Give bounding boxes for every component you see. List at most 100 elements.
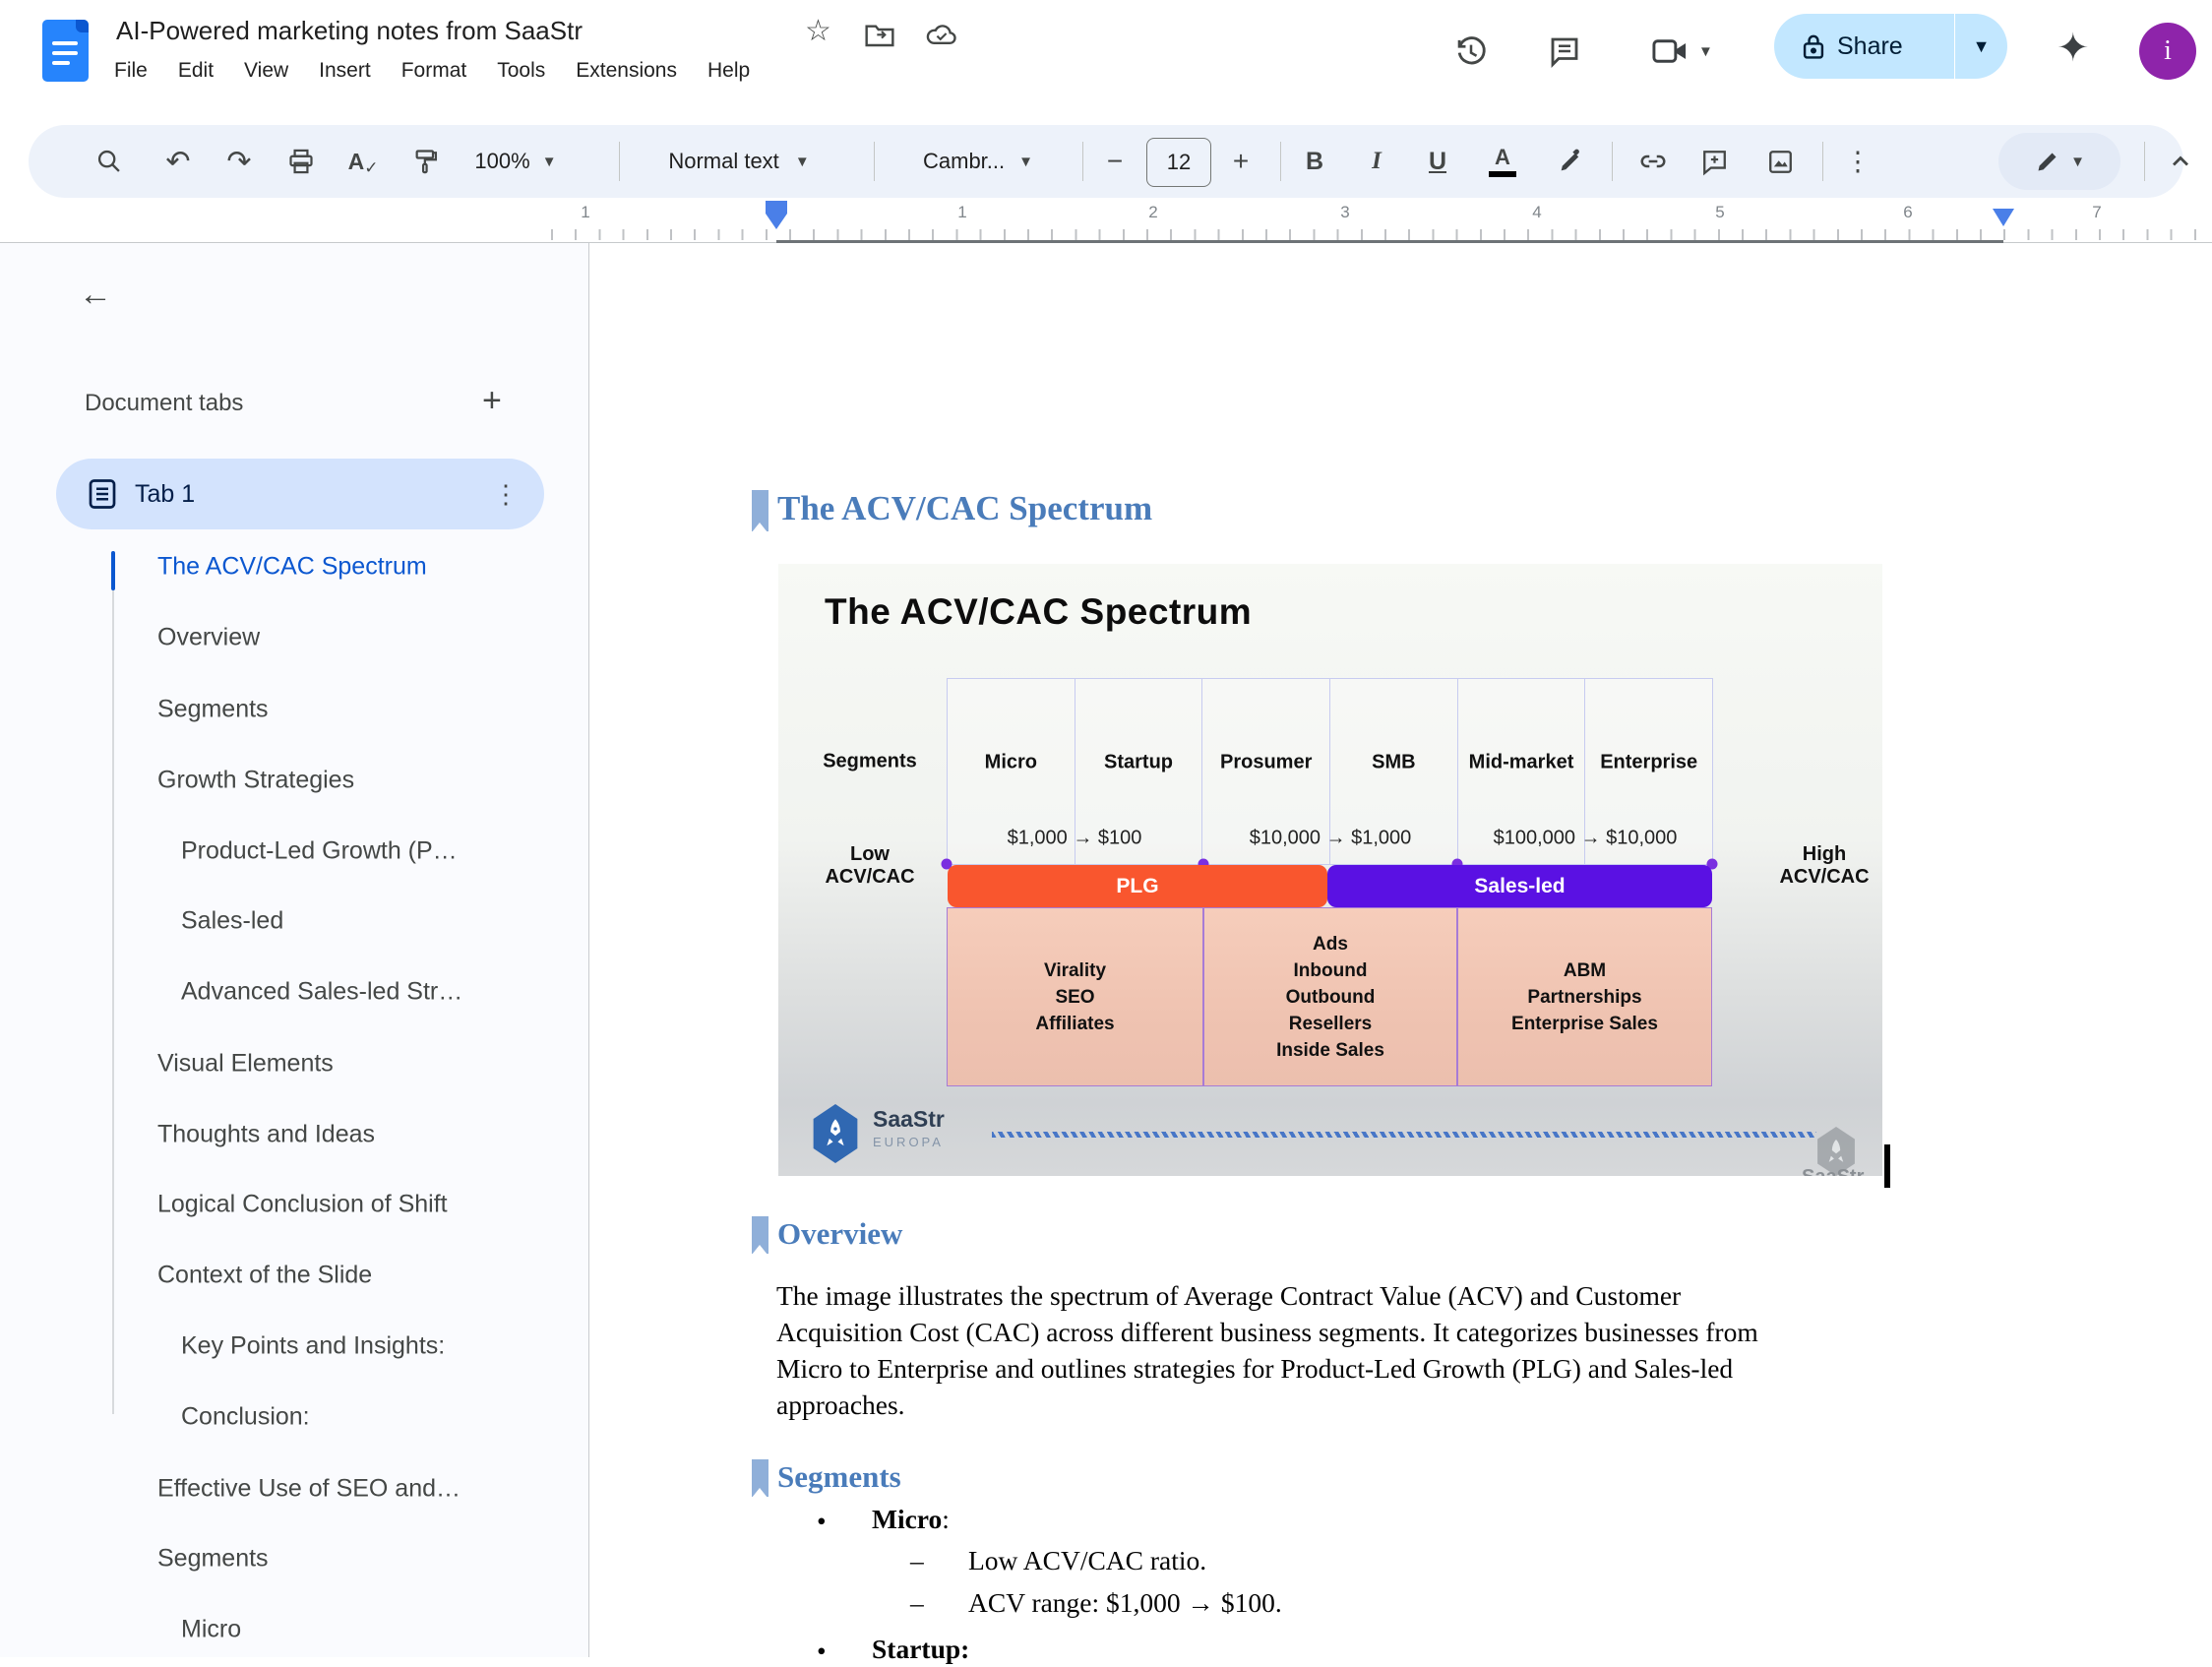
outline-item[interactable]: Context of the Slide xyxy=(157,1262,372,1290)
outline-item[interactable]: Key Points and Insights: xyxy=(181,1332,445,1361)
outline-item[interactable]: Logical Conclusion of Shift xyxy=(157,1191,448,1219)
outline-active-indicator xyxy=(111,551,115,590)
highlight-color-icon[interactable] xyxy=(1546,125,1595,198)
share-button[interactable]: Share xyxy=(1774,14,1954,79)
overview-paragraph-line[interactable]: Acquisition Cost (CAC) across different … xyxy=(776,1317,1758,1348)
share-dropdown-caret[interactable]: ▼ xyxy=(1955,36,2007,57)
insert-image-button[interactable] xyxy=(1755,125,1805,198)
tab-item-tab1[interactable]: Tab 1 ⋮ xyxy=(56,459,544,529)
ruler-number: 2 xyxy=(1148,203,1157,222)
share-button-group[interactable]: Share ▼ xyxy=(1774,14,2007,79)
slide-plg-bar: PLG xyxy=(948,865,1327,907)
sub-bullet-acv-range[interactable]: ACV range: $1,000 → $100. xyxy=(968,1587,1282,1619)
gemini-sparkle-icon[interactable]: ✦ xyxy=(2057,26,2090,71)
tab-options-kebab-icon[interactable]: ⋮ xyxy=(493,479,519,510)
first-line-indent-marker[interactable] xyxy=(766,214,787,229)
ruler-number: 3 xyxy=(1340,203,1349,222)
saastr-watermark-text: SaaStr xyxy=(1802,1166,1864,1176)
menu-help[interactable]: Help xyxy=(707,59,750,83)
menu-edit[interactable]: Edit xyxy=(178,59,214,83)
slide-high-acvcac-label: HighACV/CAC xyxy=(1779,843,1869,889)
menu-file[interactable]: File xyxy=(114,59,148,83)
overview-paragraph-line[interactable]: The image illustrates the spectrum of Av… xyxy=(776,1280,1681,1312)
outline-item[interactable]: Product-Led Growth (P… xyxy=(181,837,458,866)
add-tab-button[interactable]: + xyxy=(482,382,502,420)
underline-button[interactable]: U xyxy=(1416,125,1459,198)
outline-item[interactable]: Segments xyxy=(157,1545,269,1574)
slide-low-acvcac-label: LowACV/CAC xyxy=(825,843,914,889)
insert-link-button[interactable] xyxy=(1628,125,1678,198)
account-avatar[interactable]: i xyxy=(2139,23,2196,80)
docs-logo-fold xyxy=(76,20,89,32)
paint-format-icon[interactable] xyxy=(402,125,450,198)
spellcheck-button[interactable]: A✓ xyxy=(339,125,387,198)
menu-insert[interactable]: Insert xyxy=(319,59,371,83)
menu-view[interactable]: View xyxy=(244,59,288,83)
outline-item[interactable]: Micro xyxy=(181,1616,241,1644)
text-color-swatch xyxy=(1489,171,1516,177)
hide-menus-chevron[interactable] xyxy=(2156,125,2205,198)
sub-bullet-ratio[interactable]: Low ACV/CAC ratio. xyxy=(968,1545,1206,1576)
outline-item[interactable]: Advanced Sales-led Str… xyxy=(181,978,462,1007)
menu-extensions[interactable]: Extensions xyxy=(576,59,677,83)
google-docs-logo[interactable] xyxy=(42,20,89,82)
outline-item[interactable]: Thoughts and Ideas xyxy=(157,1121,375,1149)
font-size-input[interactable]: 12 xyxy=(1146,138,1211,187)
menu-tools[interactable]: Tools xyxy=(497,59,545,83)
decrease-font-size-button[interactable]: − xyxy=(1095,125,1135,198)
menu-bar: File Edit View Insert Format Tools Exten… xyxy=(114,59,750,83)
print-button[interactable] xyxy=(277,125,325,198)
overview-paragraph-line[interactable]: Micro to Enterprise and outlines strateg… xyxy=(776,1353,1733,1385)
move-folder-icon[interactable] xyxy=(864,22,895,49)
font-size-value: 12 xyxy=(1167,150,1191,175)
outline-item[interactable]: Segments xyxy=(157,696,269,724)
right-indent-marker[interactable] xyxy=(1993,209,2014,226)
doc-heading-segments[interactable]: Segments xyxy=(777,1459,901,1495)
version-history-icon[interactable] xyxy=(1452,32,1490,70)
slide-price-range: $10,000 → $1,000 xyxy=(1250,828,1412,850)
outline-item[interactable]: Sales-led xyxy=(181,907,283,936)
outline-item[interactable]: The ACV/CAC Spectrum xyxy=(157,553,427,582)
bold-button[interactable]: B xyxy=(1293,125,1336,198)
bullet-item-startup[interactable]: Startup: xyxy=(872,1634,969,1665)
increase-font-size-button[interactable]: + xyxy=(1221,125,1260,198)
bullet-item-micro[interactable]: Micro: xyxy=(872,1504,950,1535)
pencil-icon xyxy=(2034,149,2060,175)
style-value: Normal text xyxy=(668,149,778,174)
outline-item[interactable]: Overview xyxy=(157,624,260,652)
redo-button[interactable]: ↷ xyxy=(215,125,263,198)
left-indent-marker[interactable] xyxy=(766,201,787,214)
docs-logo-line xyxy=(52,51,78,55)
menu-format[interactable]: Format xyxy=(401,59,467,83)
video-dropdown-caret[interactable]: ▼ xyxy=(1698,43,1713,60)
star-icon[interactable]: ☆ xyxy=(805,14,831,48)
text-color-button[interactable]: A xyxy=(1479,125,1526,198)
doc-heading-overview[interactable]: Overview xyxy=(777,1216,902,1252)
add-comment-button[interactable] xyxy=(1690,125,1739,198)
outline-item[interactable]: Conclusion: xyxy=(181,1403,310,1432)
doc-heading-acv-cac[interactable]: The ACV/CAC Spectrum xyxy=(777,489,1152,528)
more-options-button[interactable]: ⋮ xyxy=(1835,125,1880,198)
editing-mode-button[interactable]: ▼ xyxy=(1998,133,2120,190)
search-menus-button[interactable] xyxy=(86,125,133,198)
meet-video-button[interactable]: ▼ xyxy=(1651,35,1713,67)
font-select[interactable]: Cambr... ▼ xyxy=(896,125,1060,198)
outline-item[interactable]: Growth Strategies xyxy=(157,767,354,795)
italic-button[interactable]: I xyxy=(1355,125,1398,198)
bullet-rest: : xyxy=(942,1504,950,1534)
comments-icon[interactable] xyxy=(1547,33,1582,69)
undo-button[interactable]: ↶ xyxy=(154,125,202,198)
paragraph-style-select[interactable]: Normal text ▼ xyxy=(641,125,837,198)
close-outline-arrow-icon[interactable]: ← xyxy=(79,276,112,314)
dash-glyph: – xyxy=(910,1587,924,1619)
bullet-term: Micro xyxy=(872,1504,942,1534)
zoom-select[interactable]: 100% ▼ xyxy=(461,125,570,198)
slide-sales-strategies-box: ABMPartnershipsEnterprise Sales xyxy=(1457,907,1712,1086)
outline-item[interactable]: Visual Elements xyxy=(157,1050,334,1079)
embedded-slide-image[interactable]: The ACV/CAC Spectrum Micro Startup Prosu… xyxy=(778,564,1882,1176)
document-title[interactable]: AI-Powered marketing notes from SaaStr xyxy=(116,16,583,46)
outline-item[interactable]: Effective Use of SEO and… xyxy=(157,1475,461,1504)
cloud-status-icon[interactable] xyxy=(925,22,958,49)
toolbar-divider xyxy=(1280,142,1281,181)
overview-paragraph-line[interactable]: approaches. xyxy=(776,1389,905,1421)
